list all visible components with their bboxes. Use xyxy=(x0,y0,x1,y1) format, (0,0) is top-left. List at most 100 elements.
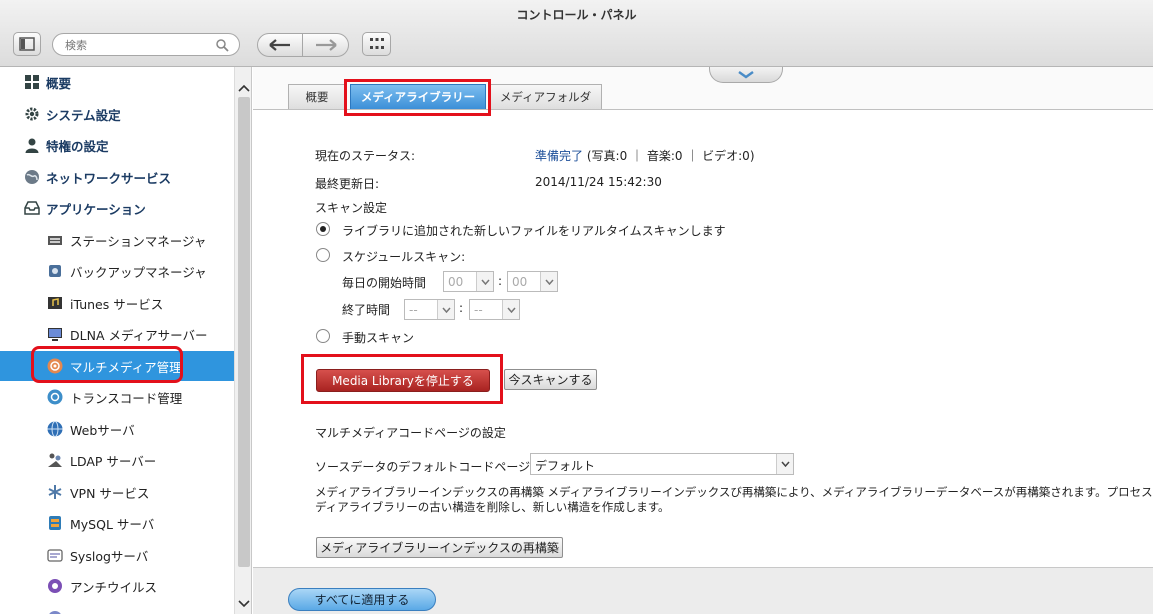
title-toolbar: コントロール・パネル xyxy=(0,0,1153,67)
end-hour-value: -- xyxy=(409,303,418,317)
schedule-scan-radio[interactable] xyxy=(316,248,330,262)
arrow-left-icon xyxy=(269,39,290,51)
grid-icon xyxy=(25,75,39,89)
codepage-value: デフォルト xyxy=(535,459,596,473)
user-icon xyxy=(25,138,39,153)
search-box[interactable] xyxy=(52,33,240,56)
transcode-icon xyxy=(47,389,63,405)
tab-overview[interactable]: 概要 xyxy=(288,84,346,109)
start-minute-value: 00 xyxy=(512,275,528,289)
sidebar-item-syslog-server[interactable]: Syslogサーバ xyxy=(0,540,234,570)
tab-media-folder[interactable]: メディアフォルダ xyxy=(489,84,602,109)
sidebar-item-web-server[interactable]: Webサーバ xyxy=(0,414,234,444)
status-label: 現在のステータス: xyxy=(315,149,416,163)
sidebar-item-label: マルチメディア管理 xyxy=(70,359,182,375)
realtime-scan-label: ライブラリに追加された新しいファイルをリアルタイムスキャンします xyxy=(342,224,726,238)
sidebar-item-label: バックアップマネージャ xyxy=(70,264,207,280)
web-icon xyxy=(47,421,63,437)
sidebar-item-applications[interactable]: アプリケーション xyxy=(0,193,234,223)
ldap-icon xyxy=(48,453,62,467)
end-minute-select[interactable]: -- xyxy=(469,299,520,320)
sidebar-item-label: 概要 xyxy=(46,75,72,91)
sidebar-toggle-button[interactable] xyxy=(13,32,41,56)
rebuild-description-line2: ディアライブラリーの古い構造を削除し、新しい構造を作成します。 xyxy=(315,500,670,514)
sidebar-item-label: MySQL サーバ xyxy=(70,516,155,532)
sidebar-item-label: Webサーバ xyxy=(70,422,135,438)
start-hour-select[interactable]: 00 xyxy=(443,271,494,292)
sidebar-item-itunes-service[interactable]: iTunes サービス xyxy=(0,288,234,318)
sidebar-item-overview[interactable]: 概要 xyxy=(0,67,234,97)
app-icon xyxy=(49,611,61,614)
status-counts: (写真:0 ｜ 音楽:0 ｜ ビデオ:0) xyxy=(586,149,755,163)
stop-media-library-button[interactable]: Media Libraryを停止する xyxy=(316,369,490,392)
syslog-icon xyxy=(47,549,63,562)
time-separator: : xyxy=(498,274,503,288)
manual-scan-label: 手動スキャン xyxy=(342,331,415,345)
chevron-down-icon xyxy=(738,70,754,78)
rebuild-description-line1: メディアライブラリーインデックスの再構築 メディアライブラリーインデックスび再構… xyxy=(315,485,1153,499)
back-button[interactable] xyxy=(257,33,303,57)
globe-icon xyxy=(25,170,39,184)
sidebar-item-backup-manager[interactable]: バックアップマネージャ xyxy=(0,256,234,286)
sidebar-item-label: トランスコード管理 xyxy=(70,390,183,406)
realtime-scan-radio[interactable] xyxy=(316,222,330,236)
chevron-down-icon xyxy=(540,272,557,291)
end-hour-select[interactable]: -- xyxy=(404,299,455,320)
last-update-value: 2014/11/24 15:42:30 xyxy=(535,175,662,189)
start-minute-select[interactable]: 00 xyxy=(507,271,558,292)
scrollbar-thumb[interactable] xyxy=(238,97,250,567)
sidebar-item-antivirus[interactable]: アンチウイルス xyxy=(0,571,234,601)
antivirus-icon xyxy=(48,579,62,593)
scan-settings-title: スキャン設定 xyxy=(315,201,388,215)
window-title: コントロール・パネル xyxy=(516,8,637,22)
sidebar-item-label: LDAP サーバー xyxy=(70,453,157,469)
end-minute-value: -- xyxy=(474,303,483,317)
sidebar-scrollbar[interactable] xyxy=(234,67,251,614)
sidebar-toggle-icon xyxy=(19,37,35,51)
backup-icon xyxy=(49,265,61,277)
sidebar-item-vpn-service[interactable]: VPN サービス xyxy=(0,477,234,507)
multimedia-icon xyxy=(47,358,63,374)
sidebar-item-label: アンチウイルス xyxy=(70,579,158,595)
sidebar-item-ldap-server[interactable]: LDAP サーバー xyxy=(0,445,234,475)
search-icon xyxy=(216,39,229,52)
sidebar-item-label: Syslogサーバ xyxy=(70,548,149,564)
start-time-label: 毎日の開始時間 xyxy=(342,276,427,290)
chevron-down-icon xyxy=(437,300,454,319)
rebuild-index-button[interactable]: メディアライブラリーインデックスの再構築 xyxy=(316,537,563,558)
search-input[interactable] xyxy=(65,37,215,53)
grid-dots-icon xyxy=(369,38,384,49)
sidebar-item-mysql-server[interactable]: MySQL サーバ xyxy=(0,508,234,538)
control-panel-window: コントロール・パネル 概要 システム設定 xyxy=(0,0,1153,614)
start-hour-value: 00 xyxy=(448,275,464,289)
sidebar-item-label: DLNA メディアサーバー xyxy=(70,327,208,343)
scroll-down-icon[interactable] xyxy=(238,599,250,611)
sidebar-item-system-settings[interactable]: システム設定 xyxy=(0,99,234,129)
status-ready-link[interactable]: 準備完了 xyxy=(535,149,583,163)
arrow-right-icon xyxy=(315,39,337,51)
manual-scan-radio[interactable] xyxy=(316,329,330,343)
sidebar-item-privilege[interactable]: 特権の設定 xyxy=(0,130,234,160)
tab-media-library[interactable]: メディアライブラリー xyxy=(350,84,486,109)
collapse-toggle[interactable] xyxy=(709,67,783,83)
main-panel: 概要 メディアライブラリー メディアフォルダ 現在のステータス: 準備完了 (写… xyxy=(253,67,1153,614)
codepage-select[interactable]: デフォルト xyxy=(530,453,794,475)
sidebar-item-station-manager[interactable]: ステーションマネージャ xyxy=(0,225,234,255)
sidebar-item-network-services[interactable]: ネットワークサービス xyxy=(0,162,234,192)
scroll-up-icon[interactable] xyxy=(238,83,250,95)
sidebar-item-dlna-server[interactable]: DLNA メディアサーバー xyxy=(0,319,234,349)
schedule-scan-label: スケジュールスキャン: xyxy=(342,250,466,264)
apply-all-button[interactable]: すべてに適用する xyxy=(288,588,436,611)
apps-grid-button[interactable] xyxy=(362,32,391,56)
chevron-down-icon xyxy=(476,272,493,291)
vpn-icon xyxy=(48,485,62,499)
sidebar-item-label: 特権の設定 xyxy=(46,138,109,154)
sidebar-item-multimedia-management[interactable]: マルチメディア管理 xyxy=(0,351,234,381)
codepage-title: マルチメディアコードページの設定 xyxy=(315,426,506,440)
footer-bar: すべてに適用する xyxy=(253,567,1153,614)
forward-button[interactable] xyxy=(303,33,349,57)
sidebar: 概要 システム設定 特権の設定 ネットワークサービス アプリケーション ステーシ… xyxy=(0,67,252,614)
tray-icon xyxy=(24,201,40,215)
sidebar-item-transcode-management[interactable]: トランスコード管理 xyxy=(0,382,234,412)
scan-now-button[interactable]: 今スキャンする xyxy=(504,369,597,390)
